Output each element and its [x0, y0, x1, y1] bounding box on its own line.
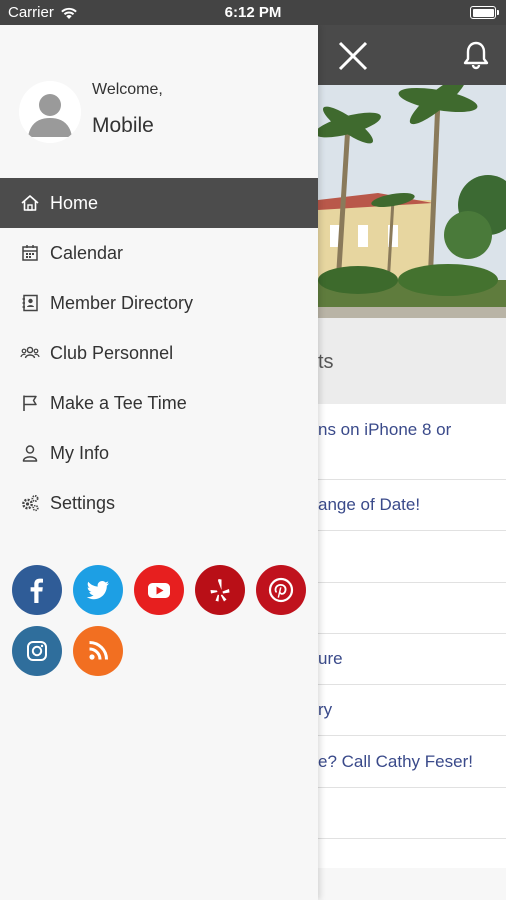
list-item[interactable]	[318, 788, 506, 840]
pinterest-icon	[268, 577, 294, 603]
menu-item-my-info[interactable]: My Info	[0, 428, 318, 478]
facebook-icon	[30, 578, 43, 603]
yelp-icon	[210, 579, 230, 602]
rss-icon	[89, 641, 108, 660]
twitter-icon	[86, 581, 109, 600]
navigation-drawer: Welcome, Mobile Home Calendar Member Dir…	[0, 25, 318, 900]
calendar-icon	[20, 243, 40, 263]
list-item[interactable]: e? Call Cathy Feser!	[318, 736, 506, 788]
list-item[interactable]	[318, 583, 506, 634]
menu-item-member-directory[interactable]: Member Directory	[0, 278, 318, 328]
menu-item-label: Home	[50, 192, 99, 213]
section-title: ts	[318, 351, 334, 373]
facebook-button[interactable]	[12, 565, 62, 615]
gears-icon	[20, 493, 40, 513]
menu-item-home[interactable]: Home	[0, 178, 318, 228]
rss-button[interactable]	[73, 626, 123, 676]
user-silhouette-icon	[19, 81, 81, 143]
list-item[interactable]: ure	[318, 634, 506, 686]
youtube-button[interactable]	[134, 565, 184, 615]
drawer-menu: Home Calendar Member Directory Club Pers…	[0, 178, 318, 528]
menu-item-settings[interactable]: Settings	[0, 478, 318, 528]
menu-item-label: Make a Tee Time	[50, 392, 187, 413]
person-icon	[20, 443, 40, 463]
group-icon	[20, 343, 40, 363]
profile-header: Welcome, Mobile	[0, 25, 318, 178]
menu-item-calendar[interactable]: Calendar	[0, 228, 318, 278]
resort-photo	[318, 85, 506, 318]
hero-image	[318, 85, 506, 318]
list-item[interactable]: ry	[318, 685, 506, 737]
bell-icon[interactable]	[460, 39, 492, 71]
menu-item-label: Club Personnel	[50, 342, 174, 363]
news-list: ns on iPhone 8 or ange of Date! ure ry e…	[318, 404, 506, 891]
pinterest-button[interactable]	[256, 565, 306, 615]
app-header	[318, 25, 506, 85]
list-item[interactable]: ns on iPhone 8 or	[318, 404, 506, 480]
clock: 6:12 PM	[224, 4, 282, 21]
menu-item-label: Member Directory	[50, 292, 194, 313]
yelp-button[interactable]	[195, 565, 245, 615]
status-bar: Carrier 6:12 PM	[0, 0, 506, 25]
menu-item-tee-time[interactable]: Make a Tee Time	[0, 378, 318, 428]
instagram-icon	[27, 641, 47, 661]
welcome-label: Welcome,	[92, 81, 163, 98]
home-icon	[20, 193, 40, 213]
list-item[interactable]	[318, 531, 506, 583]
flag-icon	[20, 393, 40, 413]
youtube-icon	[148, 583, 170, 598]
twitter-button[interactable]	[73, 565, 123, 615]
user-name: Mobile	[92, 114, 154, 137]
list-item[interactable]: ange of Date!	[318, 480, 506, 532]
avatar[interactable]	[19, 81, 81, 143]
section-header: ts	[318, 318, 506, 404]
menu-item-label: Settings	[50, 492, 116, 513]
menu-item-club-personnel[interactable]: Club Personnel	[0, 328, 318, 378]
contact-book-icon	[20, 293, 40, 313]
close-icon[interactable]	[336, 39, 370, 73]
instagram-button[interactable]	[12, 626, 62, 676]
menu-item-label: My Info	[50, 442, 110, 463]
menu-item-label: Calendar	[50, 242, 124, 263]
background-app: ts ns on iPhone 8 or ange of Date! ure r…	[318, 0, 506, 900]
battery-icon	[470, 6, 499, 19]
bottom-fade	[318, 868, 506, 900]
